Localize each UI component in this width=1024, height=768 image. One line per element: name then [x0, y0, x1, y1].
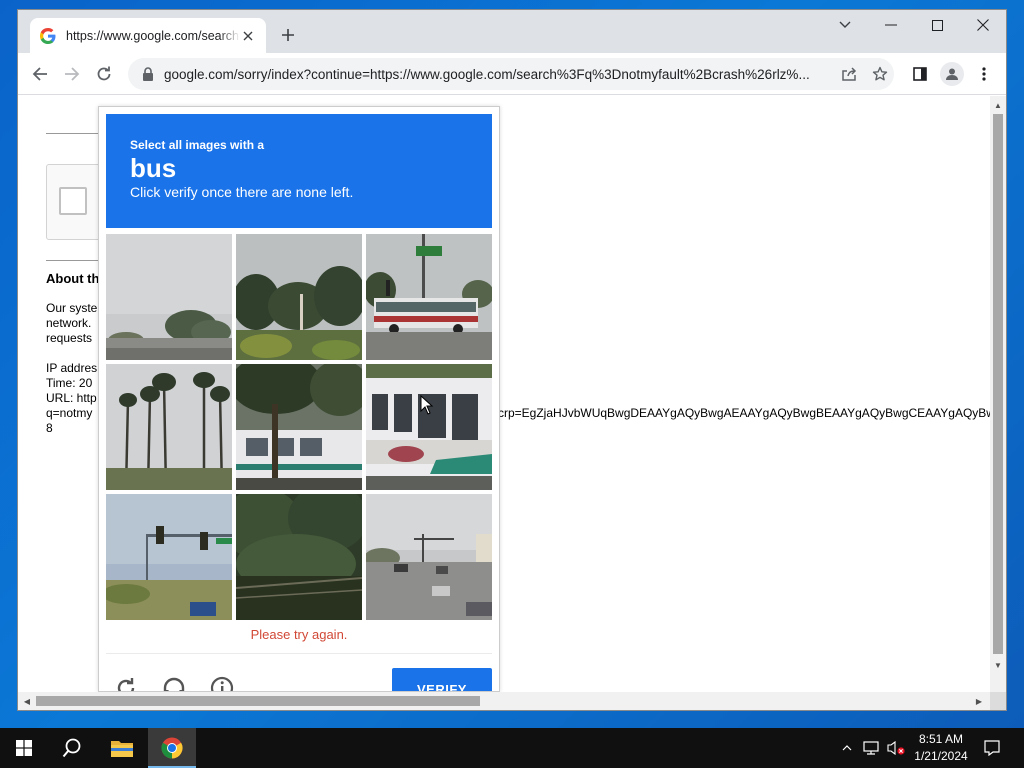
- share-icon[interactable]: [840, 65, 858, 83]
- scroll-left-arrow-icon[interactable]: ◀: [22, 696, 32, 706]
- show-hidden-icons-chevron-icon[interactable]: [838, 728, 856, 768]
- url-text[interactable]: google.com/sorry/index?continue=https://…: [164, 67, 836, 82]
- captcha-instruction: Click verify once there are none left.: [130, 184, 354, 200]
- vertical-scroll-thumb[interactable]: [993, 114, 1003, 654]
- volume-muted-icon[interactable]: [884, 728, 908, 768]
- windows-start-icon[interactable]: [0, 728, 48, 768]
- url-line: URL: http: [46, 391, 97, 405]
- captcha-tile[interactable]: [106, 234, 232, 360]
- taskbar: 8:51 AM 1/21/2024: [0, 728, 1024, 768]
- profile-avatar-icon[interactable]: [940, 62, 964, 86]
- reload-icon[interactable]: [94, 64, 114, 84]
- captcha-tile[interactable]: [366, 364, 492, 490]
- maximize-icon[interactable]: [914, 10, 960, 40]
- side-panel-icon[interactable]: [911, 65, 929, 83]
- vertical-scrollbar[interactable]: ▲ ▼: [990, 96, 1006, 692]
- captcha-tile[interactable]: [236, 494, 362, 620]
- about-title: About th: [46, 271, 100, 286]
- url-continuation: crp=EgZjaHJvbWUqBwgDEAAYgAQyBwgAEAAYgAQy…: [498, 406, 990, 420]
- scrollbar-corner: [990, 692, 1006, 710]
- browser-toolbar: google.com/sorry/index?continue=https://…: [18, 53, 1006, 95]
- browser-window: https://www.google.com/search?q=notmyfau…: [18, 10, 1006, 710]
- captcha-image-grid: [106, 234, 492, 620]
- captcha-subtitle: Select all images with a: [130, 138, 265, 152]
- recaptcha-checkbox[interactable]: [59, 187, 87, 215]
- time-line: Time: 20: [46, 376, 93, 390]
- forward-arrow-icon[interactable]: [62, 64, 82, 84]
- captcha-challenge: Select all images with a bus Click verif…: [98, 106, 500, 692]
- captcha-tile[interactable]: [236, 364, 362, 490]
- lock-icon[interactable]: [142, 67, 154, 81]
- browser-tab[interactable]: https://www.google.com/search?q=notmyfau…: [30, 18, 266, 53]
- divider: [46, 133, 106, 134]
- clock-date: 1/21/2024: [914, 749, 968, 763]
- tab-search-icon[interactable]: [822, 10, 868, 40]
- captcha-header: Select all images with a bus Click verif…: [106, 114, 492, 228]
- bookmark-star-icon[interactable]: [871, 65, 889, 83]
- close-tab-icon[interactable]: [240, 28, 256, 44]
- captcha-tile[interactable]: [366, 234, 492, 360]
- scroll-down-arrow-icon[interactable]: ▼: [993, 660, 1003, 670]
- body-line: requests: [46, 331, 93, 345]
- horizontal-scrollbar[interactable]: ◀ ▶: [18, 692, 990, 710]
- captcha-error-message: Please try again.: [250, 627, 348, 642]
- network-icon[interactable]: [860, 728, 882, 768]
- captcha-tile[interactable]: [366, 494, 492, 620]
- back-arrow-icon[interactable]: [30, 64, 50, 84]
- ip-address-line: IP addres: [46, 361, 98, 375]
- line-8: 8: [46, 421, 53, 435]
- body-line: network.: [46, 316, 92, 330]
- recaptcha-widget: [46, 164, 106, 240]
- more-menu-icon[interactable]: [975, 65, 993, 83]
- close-window-icon[interactable]: [960, 10, 1006, 40]
- tab-title: https://www.google.com/search?q=notmyfau…: [66, 28, 240, 43]
- address-bar[interactable]: google.com/sorry/index?continue=https://…: [128, 58, 894, 90]
- google-g-icon: [40, 27, 56, 44]
- clock-time: 8:51 AM: [918, 732, 964, 746]
- divider: [46, 260, 106, 261]
- info-icon[interactable]: [210, 676, 234, 691]
- query-line: q=notmy: [46, 406, 93, 420]
- horizontal-scroll-thumb[interactable]: [36, 696, 480, 706]
- captcha-tile[interactable]: [236, 234, 362, 360]
- captcha-tile[interactable]: [106, 494, 232, 620]
- notification-center-icon[interactable]: [980, 728, 1004, 768]
- body-line: Our syste: [46, 301, 98, 315]
- captcha-tile[interactable]: [106, 364, 232, 490]
- file-explorer-icon[interactable]: [98, 728, 146, 768]
- chrome-taskbar-icon[interactable]: [148, 728, 196, 768]
- taskbar-clock[interactable]: 8:51 AM 1/21/2024: [906, 731, 976, 765]
- captcha-footer: VERIFY: [106, 653, 492, 691]
- audio-challenge-icon[interactable]: [162, 676, 186, 691]
- minimize-icon[interactable]: [868, 10, 914, 40]
- captcha-keyword: bus: [130, 153, 177, 183]
- scroll-up-arrow-icon[interactable]: ▲: [993, 100, 1003, 110]
- search-icon[interactable]: [48, 728, 96, 768]
- page-content: About th Our syste network. requests IP …: [18, 96, 990, 692]
- verify-button[interactable]: VERIFY: [392, 668, 492, 691]
- scroll-right-arrow-icon[interactable]: ▶: [974, 696, 984, 706]
- new-tab-icon[interactable]: [280, 27, 296, 43]
- reload-challenge-icon[interactable]: [114, 676, 138, 691]
- mouse-cursor-icon: [420, 394, 434, 415]
- tab-strip: https://www.google.com/search?q=notmyfau…: [18, 10, 1006, 53]
